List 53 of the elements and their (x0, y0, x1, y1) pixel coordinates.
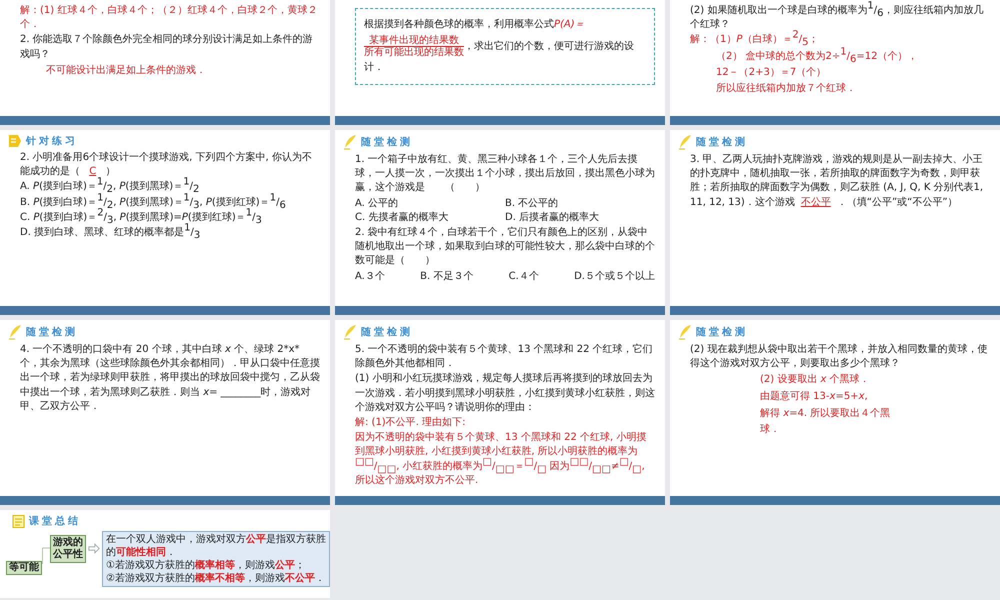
definition-text: ①若游戏双方获胜的概率相等，则游戏公平； (106, 559, 306, 572)
quill-pen-icon (343, 324, 357, 340)
answer-text: 解：(1) 红球４个，白球４个；（２）红球４个，白球２个，黄球２个． (20, 4, 318, 32)
slide-thumbnail[interactable]: 随堂检测 (2) 现在裁判想从袋中取出若干个黑球，并放入相同数量的黄球，使得这个游戏对双方公平，则要取出多少个黑球？ (2) 设要取出 x 个黑球． 由题意可得 13-x=5+x, 解得 x=4. 所以要取出４个黑球． (670, 320, 1000, 505)
question-text: 2. 你能选取７个除颜色外完全相同的球分别设计满足如上条件的游戏吗？ (20, 33, 314, 62)
question-text: 2. 袋中有红球４个，白球若干个，它们只有颜色上的区别，从袋中随机地取出一个球，如果取到白球的可能性较大，那么袋中白球的个数可能是（ ） (355, 226, 655, 268)
slide-heading: 随堂检测 (26, 326, 78, 339)
choice-option: C.４个 (508, 270, 539, 284)
choice-option: D.５个或５个以上 (574, 270, 655, 284)
slide-thumbnail[interactable] (335, 130, 665, 315)
question-text: 1. 一个箱子中放有红、黄、黑三种小球各１个，三个人先后去摸球，一人摸一次，一次摸出１个小球，摸出后放回，摸出黑色小球为赢，这个游戏是 （ ） (355, 153, 655, 196)
quill-pen-icon (678, 134, 692, 150)
slide-thumbnail[interactable]: 随堂检测 3. 甲、乙两人玩抽扑克牌游戏，游戏的规则是从一副去掉大、小王的扑克牌中，随机抽取一张，若所抽取的牌面数字为奇数，则甲获胜；若所抽取的牌面数字为偶数，则乙获胜 (A, J, Q, K 分别代表1, 11, 12, 13)．这个游戏不公平．（填“公平”或“不公平”） (670, 130, 1000, 315)
question-text: (1) 小明和小红玩摸球游戏，规定每人摸球后再将摸到的球放回去为一次游戏．若小明摸到黑球小明获胜，小红摸到黄球小红获胜，则这个游戏对双方公平吗？请说明你的理由： (355, 372, 655, 415)
slide-heading: 随堂检测 (361, 326, 413, 339)
definition-text: ②若游戏双方获胜的概率不相等，则游戏不公平． (106, 572, 326, 585)
slide-heading: 随堂检测 (696, 136, 748, 149)
choice-option: D. 后摸者赢的概率大 (505, 210, 655, 225)
slide-thumbnail[interactable]: 解：(1) 红球４个，白球４个；（２）红球４个，白球２个，黄球２个． 2. 你能选取７个除颜色外完全相同的球分别设计满足如上条件的游戏吗？ 不可能设计出满足如上条件的游戏． (0, 0, 330, 125)
answer-text: 解得 x=4. 所以要取出４个黑球． (760, 406, 892, 438)
slide-thumbnail[interactable]: 课堂总结 等可能 游戏的公平性 在一个双人游戏中，游戏对双方公平是指双方获胜的可能性相同． ①若游戏双方获胜的概率相等，则游戏公平； ②若游戏双方获胜的概率不相等，则游戏不公平． (0, 510, 330, 598)
choice-option: A. 公平的 (355, 196, 505, 211)
slide-thumbnail[interactable] (335, 320, 665, 505)
document-icon (8, 134, 22, 148)
choice-option: B. 不足３个 (420, 270, 474, 284)
answer-text: 解: (1)不公平. 理由如下: (355, 416, 466, 430)
choice-option: A.３个 (355, 270, 385, 284)
answer-text: 不可能设计出满足如上条件的游戏． (46, 64, 207, 78)
concept-node: 游戏的公平性 (50, 535, 86, 563)
answer-text: 12－（2+3）＝7（个） (716, 66, 828, 80)
choice-option: B. 不公平的 (505, 196, 655, 211)
slide-thumbnail[interactable] (0, 130, 330, 315)
definition-text: 在一个双人游戏中，游戏对双方公平是指双方获胜的可能性相同． (106, 533, 326, 559)
question-text: 5. 一个不透明的袋中装有５个黄球、13 个黑球和 22 个红球，它们除颜色外其他都相同． (355, 343, 654, 372)
question-text: (2) 现在裁判想从袋中取出若干个黑球，并放入相同数量的黄球，使得这个游戏对双方公平，则要取出多少个黑球？ (690, 343, 988, 372)
question-text: 4. 一个不透明的口袋中有 20 个球，其中白球 x 个、绿球 2*x* 个，其余为黑球（这些球除颜色外其余都相同）．甲从口袋中任意摸出一个球，若为绿球则甲获胜，将甲摸出的球放回袋中搅匀，乙从袋中摸出一个球，若为黑球则乙获胜．则当 x= ________时，游戏对甲、乙双方公平． (20, 343, 320, 414)
question-text: 3. 甲、乙两人玩抽扑克牌游戏，游戏的规则是从一副去掉大、小王的扑克牌中，随机抽取一张，若所抽取的牌面数字为奇数，则甲获胜；若所抽取的牌面数字为偶数，则乙获胜 (A, J, Q, K 分别代表1, 11, 12, 13)．这个游戏不公平．（填“公平”或“不公平”） (690, 153, 984, 210)
notepad-icon (12, 514, 25, 528)
answer-text: 由题意可得 13-x=5+x, (760, 390, 869, 404)
slide-heading: 随堂检测 (361, 136, 413, 149)
slide-heading: 课堂总结 (29, 514, 81, 528)
quill-pen-icon (678, 324, 692, 340)
quill-pen-icon (8, 324, 22, 340)
choice-option: C. 先摸者赢的概率大 (355, 210, 505, 225)
quill-pen-icon (343, 134, 357, 150)
slide-heading: 针对练习 (26, 134, 78, 148)
slide-thumbnail[interactable]: 随堂检测 4. 一个不透明的口袋中有 20 个球，其中白球 x 个、绿球 2*x* 个，其余为黑球（这些球除颜色外其余都相同）．甲从口袋中任意摸出一个球，若为绿球则甲获胜，将甲摸出的球放回袋中搅匀，乙从袋中摸出一个球，若为黑球则乙获胜．则当 x= ________时，游戏对甲、乙双方公平． (0, 320, 330, 505)
answer-text: 所以应往纸箱内加放７个红球． (716, 82, 857, 96)
slide-heading: 随堂检测 (696, 326, 748, 339)
question-text: 2. 小明准备用6个球设计一个摸球游戏, 下列四个方案中, 你认为不能成功的是（ C ） (20, 151, 313, 178)
concept-node: 等可能 (6, 561, 42, 575)
arrow-icon (88, 543, 100, 554)
answer-text: (2) 设要取出 x 个黑球． (760, 372, 871, 388)
